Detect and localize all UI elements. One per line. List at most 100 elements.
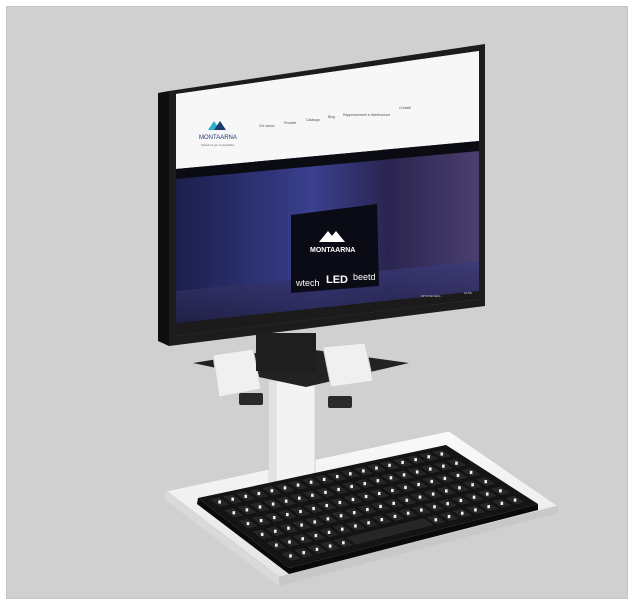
key-legend [367, 521, 370, 525]
key-legend [302, 551, 306, 555]
key-legend [431, 492, 435, 496]
key-legend [299, 509, 302, 514]
key-legend [349, 472, 352, 476]
key-legend [244, 494, 248, 498]
nav-item: Rappresentanti e distribuzione [343, 113, 390, 117]
key-legend [258, 505, 262, 509]
key-legend [405, 498, 409, 502]
key-legend [352, 511, 356, 515]
key-legend [440, 452, 444, 456]
key-legend [392, 501, 395, 505]
key-legend [270, 489, 274, 493]
key-legend [232, 511, 236, 515]
nav-item: Chi siamo [259, 124, 275, 128]
key-legend [444, 489, 448, 493]
key-legend [327, 530, 331, 534]
key-legend [433, 505, 436, 509]
key-legend [388, 463, 391, 467]
product-illustration: MONTAARNA Soluzioni per la disabilità Ch… [158, 44, 560, 586]
key-legend [474, 508, 477, 512]
key-legend [404, 485, 407, 490]
taskbar-clock: 10:58 [464, 291, 472, 295]
key-legend [434, 518, 438, 522]
key-legend [472, 495, 476, 499]
key-legend [401, 460, 404, 465]
key-legend [218, 500, 221, 504]
key-legend [420, 508, 423, 512]
key-legend [288, 540, 291, 544]
key-legend [471, 483, 474, 487]
key-legend [456, 473, 460, 478]
key-legend [326, 517, 330, 521]
key-legend [337, 487, 340, 492]
key-legend [296, 483, 300, 487]
hero-brand: MONTAARNA [310, 247, 355, 254]
partner-logo: LED [326, 274, 348, 286]
site-tagline: Soluzioni per la disabilità [201, 143, 234, 147]
key-legend [418, 495, 422, 499]
key-legend [287, 526, 290, 530]
key-legend [259, 518, 263, 523]
key-legend [484, 480, 488, 484]
key-legend [350, 484, 353, 489]
key-legend [442, 464, 445, 468]
key-legend [275, 543, 278, 547]
nav-item: Catalogo [306, 118, 320, 122]
key-legend [487, 505, 490, 509]
key-legend [377, 491, 381, 496]
key-legend [312, 506, 315, 511]
key-legend [246, 521, 250, 526]
key-legend [272, 515, 276, 520]
site-logo-text: MONTAARNA [199, 135, 237, 141]
key-legend [286, 512, 289, 517]
key-legend [322, 477, 326, 482]
key-legend [455, 461, 458, 465]
product-scene: MONTAARNA Soluzioni per la disabilità Ch… [6, 6, 628, 599]
key-legend [402, 473, 406, 477]
key-legend [313, 520, 317, 524]
nav-item: Blog [328, 115, 335, 119]
key-legend [328, 544, 332, 548]
key-legend [362, 469, 365, 473]
key-legend [427, 455, 431, 459]
key-legend [271, 502, 275, 506]
key-legend [393, 514, 397, 519]
key-legend [380, 517, 384, 522]
key-legend [301, 537, 305, 541]
key-legend [231, 497, 234, 501]
key-legend [406, 511, 410, 515]
image-frame: MONTAARNA Soluzioni per la disabilità Ch… [0, 0, 634, 605]
key-legend [289, 554, 292, 558]
key-legend [300, 523, 303, 527]
key-legend [366, 507, 369, 512]
key-legend [260, 532, 264, 536]
key-legend [485, 492, 489, 496]
key-legend [443, 476, 447, 481]
key-legend [351, 497, 355, 502]
key-legend [274, 529, 277, 533]
key-legend [430, 479, 434, 484]
taskbar-weather: 19°C Parzialm... [421, 294, 443, 298]
stand-pole [268, 380, 316, 482]
key-legend [363, 482, 367, 486]
key-legend [469, 470, 473, 475]
key-legend [297, 496, 301, 500]
key-legend [339, 514, 343, 518]
key-legend [460, 511, 464, 515]
partner-logo: beetd [353, 272, 376, 282]
key-legend [315, 547, 319, 551]
key-legend [324, 490, 327, 494]
nav-item: Contatti [399, 106, 411, 110]
key-legend [375, 466, 378, 470]
key-legend [314, 533, 318, 538]
key-legend [414, 458, 417, 462]
key-legend [245, 508, 249, 512]
key-legend [513, 498, 517, 502]
key-legend [447, 514, 451, 519]
key-legend [338, 500, 342, 505]
key-legend [342, 541, 345, 545]
key-legend [389, 476, 393, 480]
key-legend [376, 479, 380, 483]
key-legend [257, 491, 261, 496]
key-legend [500, 501, 504, 505]
